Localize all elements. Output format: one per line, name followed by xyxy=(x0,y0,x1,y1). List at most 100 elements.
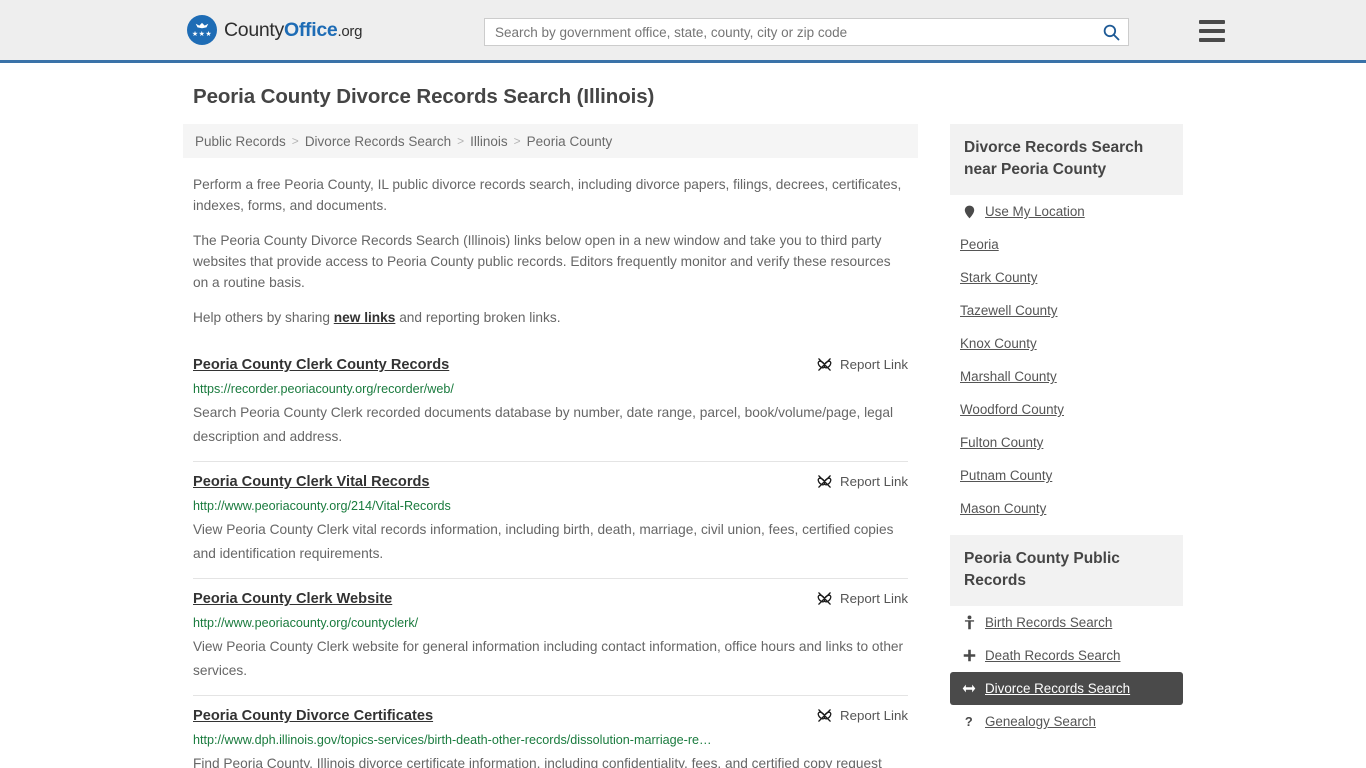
intro-paragraph-1: Perform a free Peoria County, IL public … xyxy=(193,177,902,213)
brand-part-office: Office xyxy=(284,18,338,41)
result-url: https://recorder.peoriacounty.org/record… xyxy=(193,382,454,396)
menu-button[interactable] xyxy=(1199,20,1225,42)
results-list: Peoria County Clerk County Records Repor… xyxy=(183,345,918,768)
sidebar-link-label[interactable]: Fulton County xyxy=(960,435,1043,450)
main-content: Public Records > Divorce Records Search … xyxy=(183,124,918,768)
sidebar-item-putnam-county[interactable]: Putnam County xyxy=(950,459,1183,492)
broken-link-icon xyxy=(817,358,832,371)
new-links-link[interactable]: new links xyxy=(334,310,396,325)
sidebar-link-label[interactable]: Birth Records Search xyxy=(985,615,1112,630)
breadcrumb-item-illinois[interactable]: Illinois xyxy=(470,134,508,149)
search-icon xyxy=(1103,24,1119,40)
site-header: ★★★ CountyOffice.org xyxy=(0,0,1366,63)
sidebar-nearby-heading: Divorce Records Search near Peoria Count… xyxy=(950,124,1183,195)
sidebar-divider xyxy=(950,525,1183,535)
intro-paragraph-2: The Peoria County Divorce Records Search… xyxy=(193,233,891,290)
baby-icon xyxy=(962,615,976,630)
sidebar-item-stark-county[interactable]: Stark County xyxy=(950,261,1183,294)
result-title-link[interactable]: Peoria County Divorce Certificates xyxy=(193,707,433,726)
sidebar-link-label[interactable]: Knox County xyxy=(960,336,1037,351)
brand-part-county: County xyxy=(224,18,284,41)
sidebar-link-label[interactable]: Mason County xyxy=(960,501,1046,516)
result-title-link[interactable]: Peoria County Clerk County Records xyxy=(193,356,449,375)
report-link-label: Report Link xyxy=(840,591,908,606)
breadcrumb-separator: > xyxy=(457,134,465,148)
sidebar-link-label[interactable]: Woodford County xyxy=(960,402,1064,417)
report-link-button[interactable]: Report Link xyxy=(817,357,908,372)
cross-icon xyxy=(962,649,976,662)
search-bar xyxy=(484,18,1129,46)
sidebar-item-knox-county[interactable]: Knox County xyxy=(950,327,1183,360)
page-title: Peoria County Divorce Records Search (Il… xyxy=(193,85,655,108)
report-link-label: Report Link xyxy=(840,708,908,723)
intro-paragraph-3: Help others by sharing new links and rep… xyxy=(193,307,908,328)
hamburger-bar-1 xyxy=(1199,20,1225,24)
hamburger-bar-3 xyxy=(1199,38,1225,42)
sidebar-item-genealogy-search[interactable]: ? Genealogy Search xyxy=(950,705,1183,738)
report-link-button[interactable]: Report Link xyxy=(817,474,908,489)
sidebar-item-death-records-search[interactable]: Death Records Search xyxy=(950,639,1183,672)
site-logo[interactable]: ★★★ CountyOffice.org xyxy=(187,15,362,45)
intro-section: Perform a free Peoria County, IL public … xyxy=(183,174,918,328)
sidebar-link-label[interactable]: Tazewell County xyxy=(960,303,1058,318)
broken-link-icon xyxy=(817,709,832,722)
sidebar-item-birth-records-search[interactable]: Birth Records Search xyxy=(950,606,1183,639)
sidebar-item-peoria[interactable]: Peoria xyxy=(950,228,1183,261)
result-item: Peoria County Clerk Vital Records Report… xyxy=(193,461,908,578)
sidebar-item-use-my-location[interactable]: Use My Location xyxy=(950,195,1183,228)
left-right-arrow-icon xyxy=(962,683,976,694)
result-description: Search Peoria County Clerk recorded docu… xyxy=(193,405,893,444)
breadcrumb-item-divorce-records-search[interactable]: Divorce Records Search xyxy=(305,134,451,149)
sidebar: Divorce Records Search near Peoria Count… xyxy=(950,124,1183,738)
broken-link-icon xyxy=(817,475,832,488)
sidebar-nearby-section: Divorce Records Search near Peoria Count… xyxy=(950,124,1183,525)
sidebar-link-label[interactable]: Death Records Search xyxy=(985,648,1120,663)
result-title-link[interactable]: Peoria County Clerk Website xyxy=(193,590,392,609)
result-url: http://www.peoriacounty.org/countyclerk/ xyxy=(193,616,419,630)
page-container: Peoria County Divorce Records Search (Il… xyxy=(183,63,1183,768)
sidebar-public-records-section: Peoria County Public Records Birth Recor… xyxy=(950,535,1183,738)
sidebar-link-label[interactable]: Stark County xyxy=(960,270,1037,285)
broken-link-icon xyxy=(817,592,832,605)
intro-p3-after: and reporting broken links. xyxy=(395,310,561,325)
result-description: View Peoria County Clerk vital records i… xyxy=(193,522,894,561)
result-item: Peoria County Divorce Certificates Repor… xyxy=(193,695,908,768)
result-url: http://www.peoriacounty.org/214/Vital-Re… xyxy=(193,499,451,513)
sidebar-public-records-heading: Peoria County Public Records xyxy=(950,535,1183,606)
breadcrumb-separator: > xyxy=(291,134,299,148)
sidebar-nearby-list: Use My Location Peoria Stark County Taze… xyxy=(950,195,1183,525)
sidebar-link-label[interactable]: Marshall County xyxy=(960,369,1057,384)
seal-stars: ★★★ xyxy=(191,31,213,38)
sidebar-item-woodford-county[interactable]: Woodford County xyxy=(950,393,1183,426)
svg-text:?: ? xyxy=(964,714,972,729)
report-link-label: Report Link xyxy=(840,474,908,489)
search-input[interactable] xyxy=(485,19,1094,45)
brand-wordmark: CountyOffice.org xyxy=(224,19,362,42)
result-description: Find Peoria County, Illinois divorce cer… xyxy=(193,756,882,768)
sidebar-link-label[interactable]: Putnam County xyxy=(960,468,1052,483)
sidebar-item-tazewell-county[interactable]: Tazewell County xyxy=(950,294,1183,327)
map-pin-icon xyxy=(962,205,976,219)
breadcrumb-separator: > xyxy=(513,134,521,148)
report-link-label: Report Link xyxy=(840,357,908,372)
sidebar-link-label[interactable]: Use My Location xyxy=(985,204,1085,219)
intro-p3-before: Help others by sharing xyxy=(193,310,334,325)
sidebar-link-label[interactable]: Peoria xyxy=(960,237,999,252)
report-link-button[interactable]: Report Link xyxy=(817,591,908,606)
breadcrumb-item-public-records[interactable]: Public Records xyxy=(195,134,286,149)
report-link-button[interactable]: Report Link xyxy=(817,708,908,723)
sidebar-link-label[interactable]: Divorce Records Search xyxy=(985,681,1130,696)
result-item: Peoria County Clerk County Records Repor… xyxy=(193,345,908,461)
eagle-glyph-icon xyxy=(195,22,209,29)
sidebar-link-label[interactable]: Genealogy Search xyxy=(985,714,1096,729)
search-button[interactable] xyxy=(1094,19,1128,45)
brand-part-org: .org xyxy=(337,22,363,40)
county-office-seal-icon: ★★★ xyxy=(187,15,217,45)
sidebar-item-fulton-county[interactable]: Fulton County xyxy=(950,426,1183,459)
sidebar-item-divorce-records-search[interactable]: Divorce Records Search xyxy=(950,672,1183,705)
result-description: View Peoria County Clerk website for gen… xyxy=(193,639,904,678)
sidebar-item-marshall-county[interactable]: Marshall County xyxy=(950,360,1183,393)
breadcrumb-item-peoria-county: Peoria County xyxy=(526,133,613,149)
sidebar-item-mason-county[interactable]: Mason County xyxy=(950,492,1183,525)
result-title-link[interactable]: Peoria County Clerk Vital Records xyxy=(193,473,430,492)
